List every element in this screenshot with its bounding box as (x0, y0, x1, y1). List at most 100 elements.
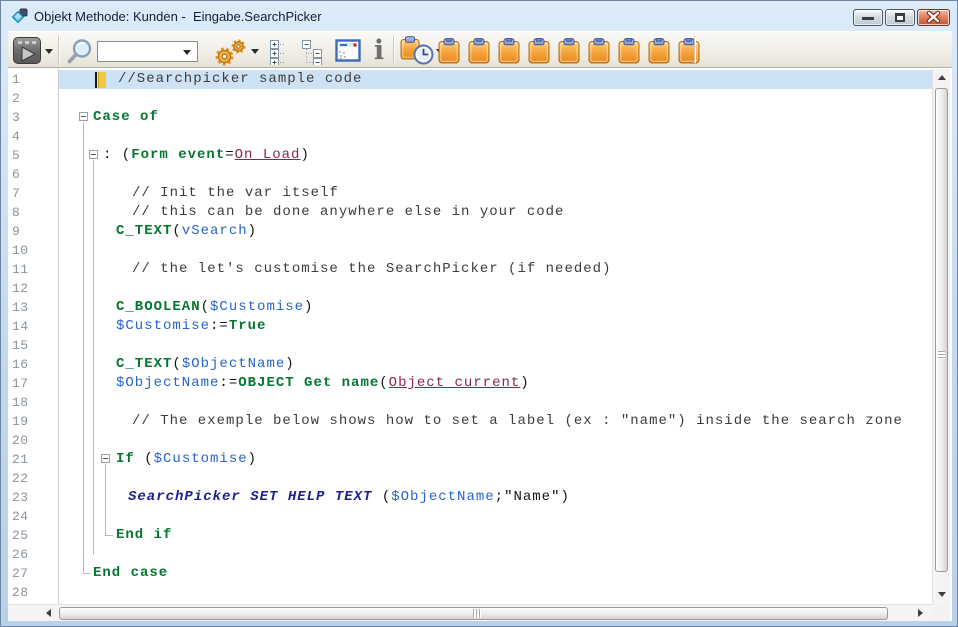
line-number: 11 (12, 262, 29, 277)
line-number: 26 (12, 547, 29, 562)
search-icon (65, 38, 93, 65)
code-line-23[interactable]: 23SearchPicker SET HELP TEXT ($ObjectNam… (8, 488, 932, 507)
code-line-20[interactable]: 20 (8, 431, 932, 450)
line-number: 5 (12, 148, 20, 163)
code-line-4[interactable]: 4 (8, 127, 932, 146)
line-number: 7 (12, 186, 20, 201)
close-button[interactable] (917, 9, 950, 26)
line-number: 17 (12, 376, 29, 391)
code-line-8[interactable]: 8 // this can be done anywhere else in yo… (8, 203, 932, 222)
maximize-button[interactable] (885, 9, 915, 26)
line-number: 8 (12, 205, 20, 220)
code-line-25[interactable]: 25End if (8, 526, 932, 545)
execute-method-button[interactable] (13, 37, 41, 64)
app-icon (12, 8, 28, 24)
code-line-17[interactable]: 17 $ObjectName:=OBJECT Get name(Object cu… (8, 374, 932, 393)
scrollbar-grip (938, 351, 945, 359)
scroll-left-arrow[interactable] (46, 609, 51, 617)
code-line-14[interactable]: 14$Customise:=True (8, 317, 932, 336)
code-line-12[interactable]: 12 (8, 279, 932, 298)
macro-slot-button-1[interactable] (438, 38, 460, 64)
fold-toggle[interactable] (101, 454, 110, 463)
method-editor[interactable]: 1//Searchpicker sample code 2 3Case of4 5 : … (8, 68, 952, 621)
vertical-scrollbar-thumb[interactable] (935, 88, 948, 572)
run-icon (14, 39, 40, 64)
code-line-19[interactable]: 19// The exemple below shows how to set … (8, 412, 932, 431)
gutter-separator (58, 68, 59, 604)
scrollbar-corner (932, 604, 950, 621)
form-window-icon[interactable] (335, 39, 362, 63)
code-text: // this can be done anywhere else in you… (132, 204, 564, 221)
code-line-5[interactable]: 5 : (Form event=On Load) (8, 146, 932, 165)
code-line-11[interactable]: 11// the let's customise the SearchPicke… (8, 260, 932, 279)
fold-guide (105, 464, 106, 536)
code-line-13[interactable]: 13C_BOOLEAN($Customise) (8, 298, 932, 317)
collapse-tree-icon[interactable] (301, 39, 329, 65)
code-line-16[interactable]: 16C_TEXT($ObjectName) (8, 355, 932, 374)
macro-slot-button-4[interactable] (528, 38, 550, 64)
code-line-1[interactable]: 1//Searchpicker sample code (8, 70, 932, 89)
line-number: 6 (12, 167, 20, 182)
toolbar-separator (393, 36, 394, 63)
clipboard-icon (528, 38, 550, 64)
clipboard-icon (648, 38, 670, 64)
code-line-22[interactable]: 22 (8, 469, 932, 488)
macro-slot-button-2[interactable] (468, 38, 490, 64)
code-text: : (Form event=On Load) (103, 147, 310, 164)
code-line-21[interactable]: 21If ($Customise) (8, 450, 932, 469)
window-titlebar[interactable]: Objekt Methode: Kunden - Eingabe.SearchP… (1, 1, 957, 31)
code-text: SearchPicker SET HELP TEXT ($ObjectName;… (128, 489, 570, 506)
window-title: Objekt Methode: Kunden - Eingabe.SearchP… (34, 9, 322, 24)
scroll-right-arrow[interactable] (918, 609, 923, 617)
clipboard-icon (468, 38, 490, 64)
code-line-24[interactable]: 24 (8, 507, 932, 526)
modified-line-marker (98, 72, 106, 88)
scroll-down-arrow[interactable] (938, 592, 946, 597)
gears-dropdown-arrow[interactable] (251, 49, 259, 54)
code-line-10[interactable]: 10 (8, 241, 932, 260)
scroll-up-arrow[interactable] (938, 75, 946, 80)
code-line-26[interactable]: 26 (8, 545, 932, 564)
fold-toggle[interactable] (79, 112, 88, 121)
code-line-9[interactable]: 9C_TEXT(vSearch) (8, 222, 932, 241)
minimize-button[interactable] (853, 9, 883, 26)
macro-slot-button-8[interactable] (648, 38, 670, 64)
search-combobox-dropdown-icon[interactable] (183, 50, 191, 55)
minimize-icon (862, 17, 874, 20)
code-text: $Customise:=True (116, 318, 266, 335)
info-button[interactable]: i (370, 37, 388, 65)
vertical-scrollbar[interactable] (932, 69, 950, 604)
line-number: 19 (12, 414, 29, 429)
toolbar-separator (694, 36, 695, 63)
code-line-18[interactable]: 18 (8, 393, 932, 412)
gears-icon[interactable] (213, 37, 247, 66)
code-line-6[interactable]: 6 (8, 165, 932, 184)
macro-slot-button-5[interactable] (558, 38, 580, 64)
line-number: 24 (12, 509, 29, 524)
code-text: C_TEXT(vSearch) (116, 223, 257, 240)
code-text: $ObjectName:=OBJECT Get name(Object curr… (116, 375, 530, 392)
code-line-2[interactable]: 2 (8, 89, 932, 108)
line-number: 2 (12, 91, 20, 106)
code-line-28[interactable]: 28 (8, 583, 932, 602)
macro-slot-button-3[interactable] (498, 38, 520, 64)
search-combobox[interactable] (97, 41, 198, 62)
fold-toggle[interactable] (89, 150, 98, 159)
line-number: 22 (12, 471, 29, 486)
code-line-15[interactable]: 15 (8, 336, 932, 355)
fold-guide (93, 160, 94, 555)
line-number: 3 (12, 110, 20, 125)
horizontal-scrollbar-thumb[interactable] (59, 607, 888, 620)
toolbar-separator (58, 36, 59, 63)
info-icon: i (374, 35, 384, 66)
horizontal-scrollbar[interactable] (8, 604, 932, 621)
code-line-3[interactable]: 3Case of (8, 108, 932, 127)
code-line-27[interactable]: 27End case (8, 564, 932, 583)
execute-dropdown-arrow[interactable] (45, 49, 53, 54)
code-text: End if (116, 527, 172, 544)
macro-slot-button-6[interactable] (588, 38, 610, 64)
code-line-7[interactable]: 7// Init the var itself (8, 184, 932, 203)
macro-slot-button-7[interactable] (618, 38, 640, 64)
expand-tree-icon[interactable] (269, 39, 295, 65)
macro-slot-button-9[interactable] (678, 38, 700, 64)
